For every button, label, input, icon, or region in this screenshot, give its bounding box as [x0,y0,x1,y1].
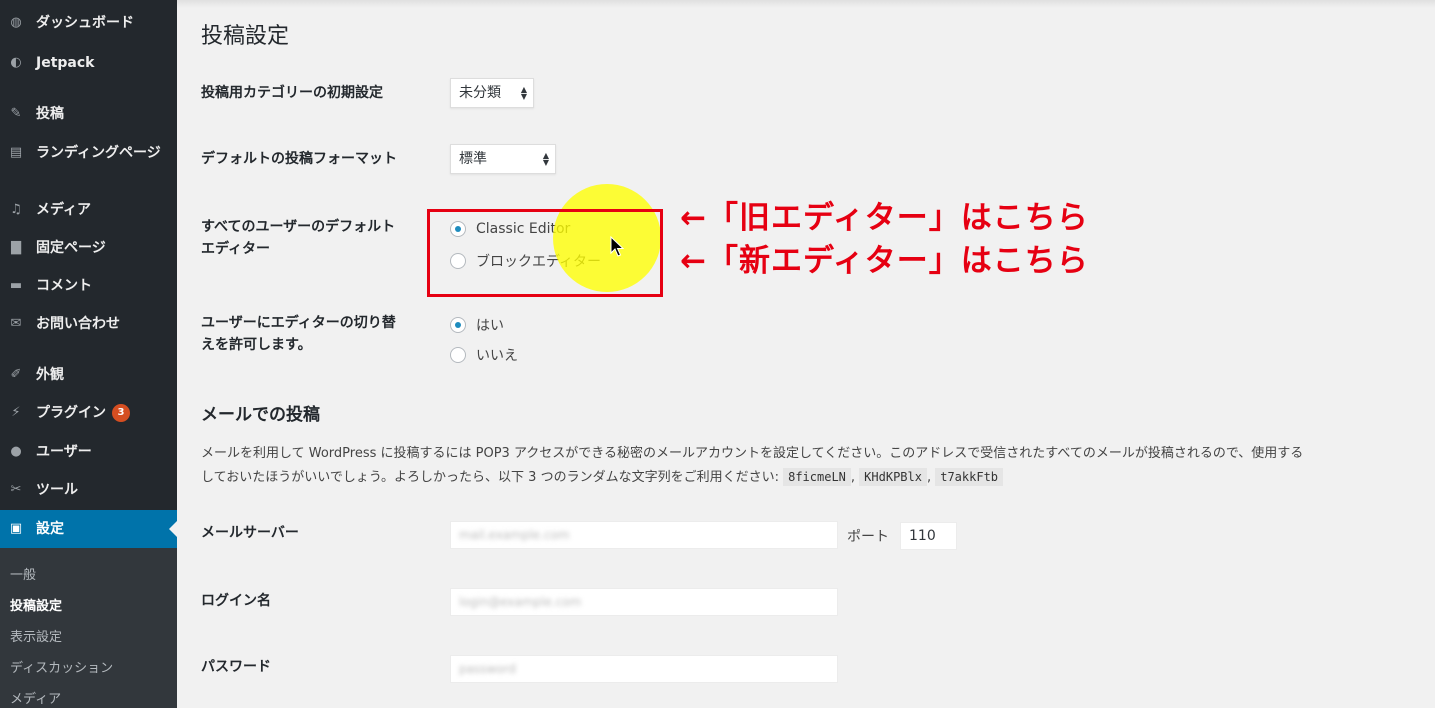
login-name-label: ログイン名 [201,593,271,609]
submenu-media[interactable]: メディア [10,688,61,707]
port-input[interactable]: 110 [900,522,957,550]
menu-item-jetpack[interactable]: ◐ Jetpack [0,54,177,72]
password-value: password [459,662,516,676]
menu-item-plugins[interactable]: ⚡ プラグイン 3 [0,404,177,422]
mail-section-heading: メールでの投稿 [201,405,320,425]
category-label: 投稿用カテゴリーの初期設定 [201,85,383,101]
menu-item-pages[interactable]: ▇ 固定ページ [0,239,177,257]
allow-switch-yes-label: はい [476,318,504,334]
menu-item-posts[interactable]: ✎ 投稿 [0,105,177,123]
select-arrows-icon: ▲ ▼ [520,85,527,101]
mouse-cursor-icon [610,236,624,257]
menu-item-settings[interactable]: ▣ 設定 [0,510,177,548]
mail-icon: ✉ [10,316,22,331]
settings-icon: ▣ [9,521,23,536]
landing-page-icon: ▤ [9,145,23,160]
password-input[interactable]: password [450,655,838,683]
annotation-old-editor: ←「旧エディター」はこちら [680,200,1089,236]
allow-switch-label-line2: えを許可します。 [201,337,312,353]
menu-item-media[interactable]: ♫ メディア [0,201,177,219]
settings-submenu: 一般 投稿設定 表示設定 ディスカッション メディア [0,548,177,708]
menu-item-landing-page[interactable]: ▤ ランディングページ [0,144,177,162]
submenu-reading[interactable]: 表示設定 [10,626,62,645]
port-label: ポート [847,529,889,545]
plugins-label: プラグイン [36,405,106,421]
user-icon: ● [10,444,22,459]
dashboard-icon: ◍ [10,15,22,30]
media-icon: ♫ [10,202,22,217]
pin-icon: ✎ [10,106,22,121]
menu-item-comments[interactable]: ▬ コメント [0,277,177,295]
submenu-general[interactable]: 一般 [10,564,36,583]
random-string-3: t7akkFtb [935,468,1004,486]
category-select[interactable]: 未分類 ▲ ▼ [450,78,534,108]
login-name-input[interactable]: login@example.com [450,588,838,616]
allow-switch-label-line1: ユーザーにエディターの切り替 [201,315,396,331]
admin-sidebar: ◍ ダッシュボード ◐ Jetpack ✎ 投稿 ▤ ランディングページ ♫ メ… [0,0,177,708]
current-menu-arrow [169,521,177,537]
comment-icon: ▬ [9,278,23,293]
menu-item-appearance[interactable]: ✐ 外観 [0,366,177,384]
menu-item-dashboard[interactable]: ◍ ダッシュボード [0,14,177,32]
menu-item-users[interactable]: ● ユーザー [0,443,177,461]
allow-switch-label: ユーザーにエディターの切り替 えを許可します。 [201,312,396,356]
allow-switch-no[interactable]: いいえ [450,345,518,365]
format-select[interactable]: 標準 ▲ ▼ [450,144,556,174]
appearance-icon: ✐ [10,367,22,382]
login-name-value: login@example.com [459,595,582,609]
wrench-icon: ✂ [10,482,22,497]
mail-description-text: しておいたほうがいいでしょう。よろしかったら、以下 3 つのランダムな文字列をご… [201,470,779,485]
jetpack-icon: ◐ [10,55,22,70]
page-title: 投稿設定 [201,24,290,49]
menu-item-contact[interactable]: ✉ お問い合わせ [0,315,177,333]
format-select-value: 標準 [459,151,487,167]
format-label: デフォルトの投稿フォーマット [201,151,397,167]
allow-switch-yes[interactable]: はい [450,315,504,335]
update-count-badge: 3 [112,404,130,422]
allow-switch-no-label: いいえ [476,348,518,364]
plugin-icon: ⚡ [11,405,21,420]
settings-content: 投稿設定 投稿用カテゴリーの初期設定 未分類 ▲ ▼ デフォルトの投稿フォーマット… [177,0,1435,708]
mail-description-line2: しておいたほうがいいでしょう。よろしかったら、以下 3 つのランダムな文字列をご… [201,466,1004,486]
random-string-1: 8ficmeLN [783,468,851,486]
editor-label-line2: エディター [201,241,271,257]
annotation-new-editor: ←「新エディター」はこちら [680,243,1089,279]
select-arrows-icon: ▲ ▼ [542,151,549,167]
radio-unchecked-icon[interactable] [450,347,466,363]
category-select-value: 未分類 [459,85,501,101]
editor-label: すべてのユーザーのデフォルト エディター [201,216,395,260]
submenu-writing[interactable]: 投稿設定 [10,595,62,614]
mail-description-line1: メールを利用して WordPress に投稿するには POP3 アクセスができる… [201,446,1304,461]
submenu-discussion[interactable]: ディスカッション [10,657,113,676]
random-string-2: KHdKPBlx [859,468,927,486]
password-label: パスワード [201,659,271,675]
mail-server-input[interactable]: mail.example.com [450,521,838,549]
annotation-box [427,209,663,297]
radio-checked-icon[interactable] [450,317,466,333]
top-shadow [177,0,1435,8]
page-icon: ▇ [11,240,21,255]
menu-item-tools[interactable]: ✂ ツール [0,481,177,499]
mail-server-label: メールサーバー [201,525,299,541]
mail-server-value: mail.example.com [459,528,570,542]
editor-label-line1: すべてのユーザーのデフォルト [201,219,396,235]
